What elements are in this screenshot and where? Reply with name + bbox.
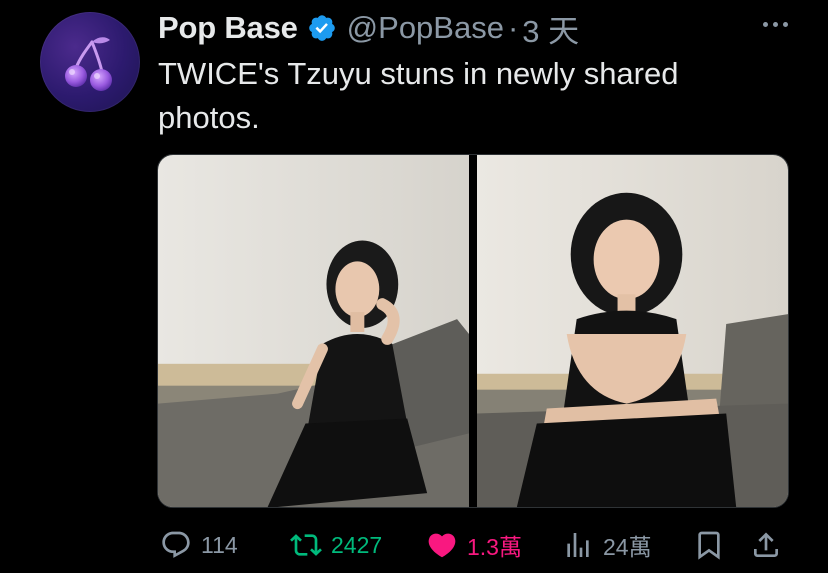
retweet-button[interactable]: 2427 (290, 524, 382, 566)
reply-count: 114 (201, 531, 238, 558)
views-count: 24萬 (603, 534, 652, 560)
timestamp[interactable]: 3 天 (522, 6, 579, 51)
tweet[interactable]: Pop Base @PopBase · 3 天 TWICE's Tzuyu st… (0, 0, 828, 573)
tweet-text: TWICE's Tzuyu stuns in newly shared phot… (158, 56, 679, 135)
views-icon (567, 533, 589, 557)
author-name[interactable]: Pop Base (158, 10, 298, 46)
photo-2-image (477, 155, 788, 507)
heart-icon (428, 533, 456, 558)
action-bar: 114 2427 1.3萬 24萬 (0, 524, 828, 566)
author-handle[interactable]: @PopBase (347, 10, 504, 46)
more-options-icon[interactable] (763, 22, 788, 27)
reply-icon (162, 531, 190, 558)
bookmark-button[interactable] (693, 524, 725, 566)
views-button[interactable]: 24萬 (562, 524, 652, 566)
media-grid (157, 154, 789, 508)
share-icon (754, 532, 778, 557)
tweet-header: Pop Base @PopBase · 3 天 (158, 6, 579, 51)
photo-1[interactable] (158, 155, 469, 507)
bookmark-icon (698, 531, 720, 560)
retweet-count: 2427 (331, 531, 383, 558)
avatar[interactable] (40, 12, 140, 112)
share-button[interactable] (750, 524, 782, 566)
verified-badge-icon (308, 15, 335, 41)
separator: · (507, 10, 519, 45)
like-count: 1.3萬 (467, 534, 522, 560)
retweet-icon (290, 534, 322, 556)
photo-2[interactable] (477, 155, 788, 507)
photo-1-image (158, 155, 469, 507)
like-button[interactable]: 1.3萬 (426, 524, 522, 566)
cherries-icon (65, 37, 112, 91)
reply-button[interactable]: 114 (160, 524, 238, 566)
